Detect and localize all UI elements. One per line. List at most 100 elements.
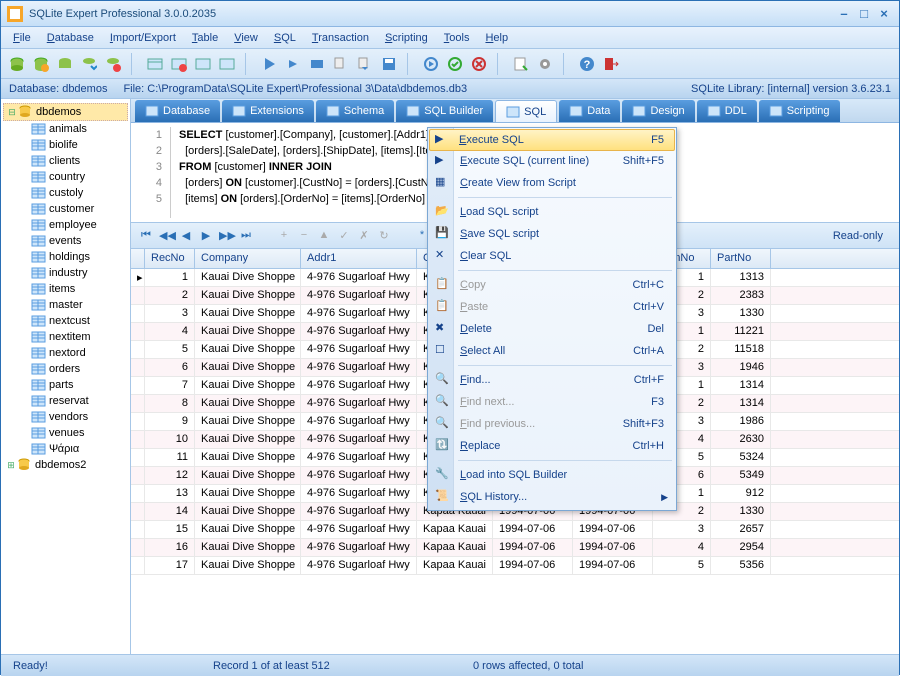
ctx-replace[interactable]: 🔃ReplaceCtrl+H	[430, 435, 674, 457]
tab-sql-builder[interactable]: SQL Builder	[396, 100, 493, 122]
tree-table-animals[interactable]: animals	[3, 121, 128, 137]
tree-table-biolife[interactable]: biolife	[3, 137, 128, 153]
load-sql-button[interactable]	[355, 54, 375, 74]
tools-button[interactable]	[535, 54, 555, 74]
tree-table-master[interactable]: master	[3, 297, 128, 313]
tree-table-parts[interactable]: parts	[3, 377, 128, 393]
ctx-sql-history[interactable]: 📜SQL History...▶	[430, 486, 674, 508]
drop-table-button[interactable]	[169, 54, 189, 74]
new-db-button[interactable]	[7, 54, 27, 74]
menu-help[interactable]: Help	[477, 30, 516, 46]
tree-table-employee[interactable]: employee	[3, 217, 128, 233]
tree-table-nextord[interactable]: nextord	[3, 345, 128, 361]
clear-sql-button[interactable]	[331, 54, 351, 74]
ctx-find[interactable]: 🔍Find...Ctrl+F	[430, 369, 674, 391]
menu-importexport[interactable]: Import/Export	[102, 30, 184, 46]
tree-table-items[interactable]: items	[3, 281, 128, 297]
ctx-execute-sql[interactable]: ▶Execute SQLF5	[429, 129, 675, 151]
ctx-delete[interactable]: ✖DeleteDel	[430, 318, 674, 340]
minimize-button[interactable]: –	[835, 7, 853, 21]
ctx-save-sql-script[interactable]: 💾Save SQL script	[430, 223, 674, 245]
ctx-load-sql-script[interactable]: 📂Load SQL script	[430, 201, 674, 223]
execute-line-button[interactable]	[283, 54, 303, 74]
menu-view[interactable]: View	[226, 30, 266, 46]
table-row[interactable]: 16Kauai Dive Shoppe4-976 Sugarloaf HwyKa…	[131, 539, 899, 557]
tab-database[interactable]: Database	[135, 100, 220, 122]
table-row[interactable]: 17Kauai Dive Shoppe4-976 Sugarloaf HwyKa…	[131, 557, 899, 575]
tree-db-dbdemos[interactable]: ⊟dbdemos	[3, 103, 128, 121]
info-library: SQLite Library: [internal] version 3.6.2…	[691, 83, 891, 95]
menu-scripting[interactable]: Scripting	[377, 30, 436, 46]
status-affected: 0 rows affected, 0 total	[473, 660, 887, 672]
tree-table-customer[interactable]: customer	[3, 201, 128, 217]
table-row[interactable]: 15Kauai Dive Shoppe4-976 Sugarloaf HwyKa…	[131, 521, 899, 539]
menu-tools[interactable]: Tools	[436, 30, 478, 46]
tab-sql[interactable]: SQL	[495, 100, 557, 122]
help-button[interactable]: ?	[577, 54, 597, 74]
ctx-select-all[interactable]: ☐Select AllCtrl+A	[430, 340, 674, 362]
nav-next[interactable]: ▶	[199, 229, 213, 243]
ctx-execute-sql-current-line[interactable]: ▶Execute SQL (current line)Shift+F5	[430, 150, 674, 172]
tree-table-industry[interactable]: industry	[3, 265, 128, 281]
empty-table-button[interactable]	[217, 54, 237, 74]
tab-icon	[506, 105, 520, 119]
status-ready: Ready!	[13, 660, 213, 672]
maximize-button[interactable]: □	[855, 7, 873, 21]
tab-design[interactable]: Design	[622, 100, 694, 122]
execute-sql-button[interactable]	[259, 54, 279, 74]
open-db-button[interactable]	[31, 54, 51, 74]
tree-table-custoly[interactable]: custoly	[3, 185, 128, 201]
exit-button[interactable]	[601, 54, 621, 74]
tab-scripting[interactable]: Scripting	[759, 100, 840, 122]
menu-sql[interactable]: SQL	[266, 30, 304, 46]
menu-item-icon: 📋	[435, 299, 451, 315]
menu-database[interactable]: Database	[39, 30, 102, 46]
tree-table-reservat[interactable]: reservat	[3, 393, 128, 409]
tab-data[interactable]: Data	[559, 100, 620, 122]
nav-first[interactable]: ⏮	[139, 229, 153, 243]
close-button[interactable]: ×	[875, 7, 893, 21]
tree-table-nextcust[interactable]: nextcust	[3, 313, 128, 329]
ctx-load-into-sql-builder[interactable]: 🔧Load into SQL Builder	[430, 464, 674, 486]
run-script-button[interactable]	[511, 54, 531, 74]
nav-next-page[interactable]: ▶▶	[219, 229, 233, 243]
nav-prev[interactable]: ◀	[179, 229, 193, 243]
col-partno[interactable]: PartNo	[711, 249, 771, 268]
close-db-button[interactable]	[103, 54, 123, 74]
attach-db-button[interactable]	[55, 54, 75, 74]
tree-table-venues[interactable]: venues	[3, 425, 128, 441]
ctx-clear-sql[interactable]: ✕Clear SQL	[430, 245, 674, 267]
ctx-create-view-from-script[interactable]: ▦Create View from Script	[430, 172, 674, 194]
nav-last[interactable]: ⏭	[239, 229, 253, 243]
save-sql-button[interactable]	[379, 54, 399, 74]
new-table-button[interactable]	[145, 54, 165, 74]
rename-table-button[interactable]	[193, 54, 213, 74]
tree-db-dbdemos2[interactable]: ⊞dbdemos2	[3, 457, 128, 473]
tab-extensions[interactable]: Extensions	[222, 100, 314, 122]
menu-item-icon: ☐	[435, 343, 451, 359]
tab-schema[interactable]: Schema	[316, 100, 394, 122]
commit-trans-button[interactable]	[445, 54, 465, 74]
tree-table-clients[interactable]: clients	[3, 153, 128, 169]
main-toolbar: ?	[1, 49, 899, 79]
tree-table-Ψάρια[interactable]: Ψάρια	[3, 441, 128, 457]
refresh-button[interactable]	[79, 54, 99, 74]
menu-transaction[interactable]: Transaction	[304, 30, 377, 46]
database-tree[interactable]: ⊟dbdemosanimalsbiolifeclientscountrycust…	[1, 99, 131, 654]
tab-ddl[interactable]: DDL	[697, 100, 757, 122]
rollback-trans-button[interactable]	[469, 54, 489, 74]
menu-table[interactable]: Table	[184, 30, 226, 46]
create-view-button[interactable]	[307, 54, 327, 74]
tree-table-holdings[interactable]: holdings	[3, 249, 128, 265]
tree-table-nextitem[interactable]: nextitem	[3, 329, 128, 345]
menu-file[interactable]: File	[5, 30, 39, 46]
tree-table-country[interactable]: country	[3, 169, 128, 185]
begin-trans-button[interactable]	[421, 54, 441, 74]
col-addr1[interactable]: Addr1	[301, 249, 417, 268]
tree-table-vendors[interactable]: vendors	[3, 409, 128, 425]
col-recno[interactable]: RecNo	[145, 249, 195, 268]
nav-prev-page[interactable]: ◀◀	[159, 229, 173, 243]
tree-table-events[interactable]: events	[3, 233, 128, 249]
col-company[interactable]: Company	[195, 249, 301, 268]
tree-table-orders[interactable]: orders	[3, 361, 128, 377]
